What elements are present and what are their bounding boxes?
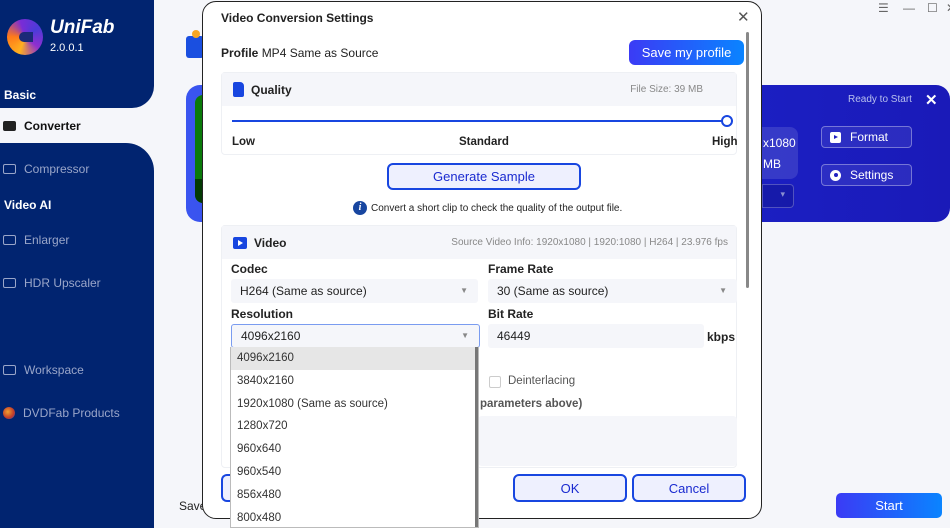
quality-title: Quality xyxy=(251,82,292,97)
resolution-label: Resolution xyxy=(231,307,293,321)
settings-button[interactable]: Settings xyxy=(821,164,912,186)
format-button[interactable]: Format xyxy=(821,126,912,148)
resolution-option[interactable]: 1920x1080 (Same as source) xyxy=(231,393,478,416)
quality-slider-thumb[interactable] xyxy=(721,115,733,127)
converter-icon xyxy=(3,121,16,131)
minimize-icon[interactable]: — xyxy=(903,1,915,15)
deinterlacing-checkbox[interactable] xyxy=(489,376,501,388)
frame-rate-label: Frame Rate xyxy=(488,262,554,276)
output-info-box xyxy=(762,127,798,179)
slider-label-standard: Standard xyxy=(459,136,509,148)
slider-label-high: High xyxy=(712,136,738,148)
resolution-option[interactable]: 960x640 xyxy=(231,438,478,461)
hdr-icon xyxy=(3,278,16,288)
sidebar-item-label: HDR Upscaler xyxy=(24,276,101,290)
custom-params-label: parameters above) xyxy=(480,398,583,410)
chevron-down-icon: ▼ xyxy=(719,286,727,295)
resolution-dropdown: 4096x2160 3840x2160 1920x1080 (Same as s… xyxy=(230,347,479,528)
video-play-icon xyxy=(233,236,247,249)
sidebar-item-enlarger[interactable]: Enlarger xyxy=(3,230,69,250)
chevron-down-icon: ▼ xyxy=(460,286,468,295)
bit-rate-unit: kbps xyxy=(707,330,736,344)
sidebar-item-hdr-upscaler[interactable]: HDR Upscaler xyxy=(3,273,101,293)
resolution-option[interactable]: 960x540 xyxy=(231,461,478,484)
maximize-icon[interactable]: ☐ xyxy=(927,1,938,15)
monitor-icon xyxy=(3,365,16,375)
settings-label: Settings xyxy=(850,168,894,182)
section-video-ai: Video AI xyxy=(4,198,52,212)
save-my-profile-button[interactable]: Save my profile xyxy=(629,40,744,65)
format-label: Format xyxy=(850,130,889,144)
window-close-icon[interactable]: ✕ xyxy=(946,1,950,15)
video-title: Video xyxy=(254,235,287,250)
document-icon xyxy=(233,82,244,97)
resolution-option[interactable]: 856x480 xyxy=(231,484,478,507)
video-header: Video Source Video Info: 1920x1080 | 192… xyxy=(222,226,736,259)
audio-select[interactable] xyxy=(762,184,794,208)
codec-select[interactable]: H264 (Same as source) ▼ xyxy=(231,279,478,303)
sidebar-item-workspace[interactable]: Workspace xyxy=(3,360,84,380)
sidebar-item-label: Enlarger xyxy=(24,233,70,247)
codec-value: H264 (Same as source) xyxy=(240,284,367,298)
cancel-button[interactable]: Cancel xyxy=(632,474,746,502)
quality-panel: Quality File Size: 39 MB Low Standard Hi… xyxy=(221,72,738,155)
app-name: UniFab xyxy=(50,17,115,38)
sidebar-item-label: Workspace xyxy=(24,363,84,377)
sidebar-item-label: DVDFab Products xyxy=(23,406,120,420)
codec-label: Codec xyxy=(231,262,268,276)
section-basic: Basic xyxy=(4,88,37,102)
resolution-option[interactable]: 1280x720 xyxy=(231,415,478,438)
output-resolution: x1080 xyxy=(763,136,796,150)
task-close-icon[interactable]: ✕ xyxy=(925,91,938,109)
app-version: 2.0.0.1 xyxy=(50,42,84,54)
slider-label-low: Low xyxy=(232,136,255,148)
profile-value: MP4 Same as Source xyxy=(261,46,379,60)
sidebar-item-label: Converter xyxy=(24,119,81,133)
profile-label: Profile xyxy=(221,46,259,60)
play-icon xyxy=(830,131,841,143)
file-size: File Size: 39 MB xyxy=(630,84,703,95)
quality-slider-track[interactable] xyxy=(232,120,726,122)
chevron-down-icon: ▼ xyxy=(461,331,469,340)
quality-header: Quality File Size: 39 MB xyxy=(222,73,736,106)
source-video-info: Source Video Info: 1920x1080 | 1920:1080… xyxy=(451,237,728,248)
bit-rate-input[interactable]: 46449 xyxy=(488,324,704,348)
profile-info: Profile MP4 Same as Source xyxy=(221,46,378,60)
sidebar-item-compressor[interactable]: Compressor xyxy=(3,159,89,179)
start-button[interactable]: Start xyxy=(836,493,942,518)
sidebar-item-dvdfab-products[interactable]: DVDFab Products xyxy=(3,403,120,423)
sidebar-item-converter[interactable]: Converter xyxy=(3,116,81,136)
dialog-title: Video Conversion Settings xyxy=(221,11,374,25)
menu-icon[interactable]: ☰ xyxy=(878,1,889,15)
custom-params-textarea[interactable] xyxy=(478,416,737,466)
gear-icon xyxy=(830,169,841,181)
resolution-select[interactable]: 4096x2160 ▼ xyxy=(231,324,480,348)
bit-rate-label: Bit Rate xyxy=(488,307,534,321)
deinterlacing-label: Deinterlacing xyxy=(508,375,576,387)
compressor-icon xyxy=(3,164,16,174)
dialog-close-icon[interactable]: ✕ xyxy=(737,8,750,26)
task-status: Ready to Start xyxy=(848,94,912,105)
dvdfab-icon xyxy=(3,407,15,419)
frame-rate-value: 30 (Same as source) xyxy=(497,284,609,298)
generate-sample-button[interactable]: Generate Sample xyxy=(387,163,581,190)
dialog-scrollbar[interactable] xyxy=(746,32,749,288)
hint-text: Convert a short clip to check the qualit… xyxy=(371,202,623,214)
enlarger-icon xyxy=(3,235,16,245)
output-size: MB xyxy=(763,157,781,171)
ok-button[interactable]: OK xyxy=(513,474,627,502)
sidebar-item-label: Compressor xyxy=(24,162,90,176)
dropdown-scrollbar[interactable] xyxy=(475,347,478,527)
frame-rate-select[interactable]: 30 (Same as source) ▼ xyxy=(488,279,737,303)
resolution-option[interactable]: 3840x2160 xyxy=(231,370,478,393)
info-icon: i xyxy=(353,201,367,215)
sidebar: UniFab 2.0.0.1 Basic Converter Compresso… xyxy=(0,0,154,528)
bit-rate-value: 46449 xyxy=(497,329,531,343)
resolution-option[interactable]: 4096x2160 xyxy=(231,347,478,370)
unifab-logo xyxy=(7,19,43,55)
generate-sample-hint: i Convert a short clip to check the qual… xyxy=(353,201,622,215)
resolution-value: 4096x2160 xyxy=(241,329,301,343)
resolution-option[interactable]: 800x480 xyxy=(231,507,478,527)
